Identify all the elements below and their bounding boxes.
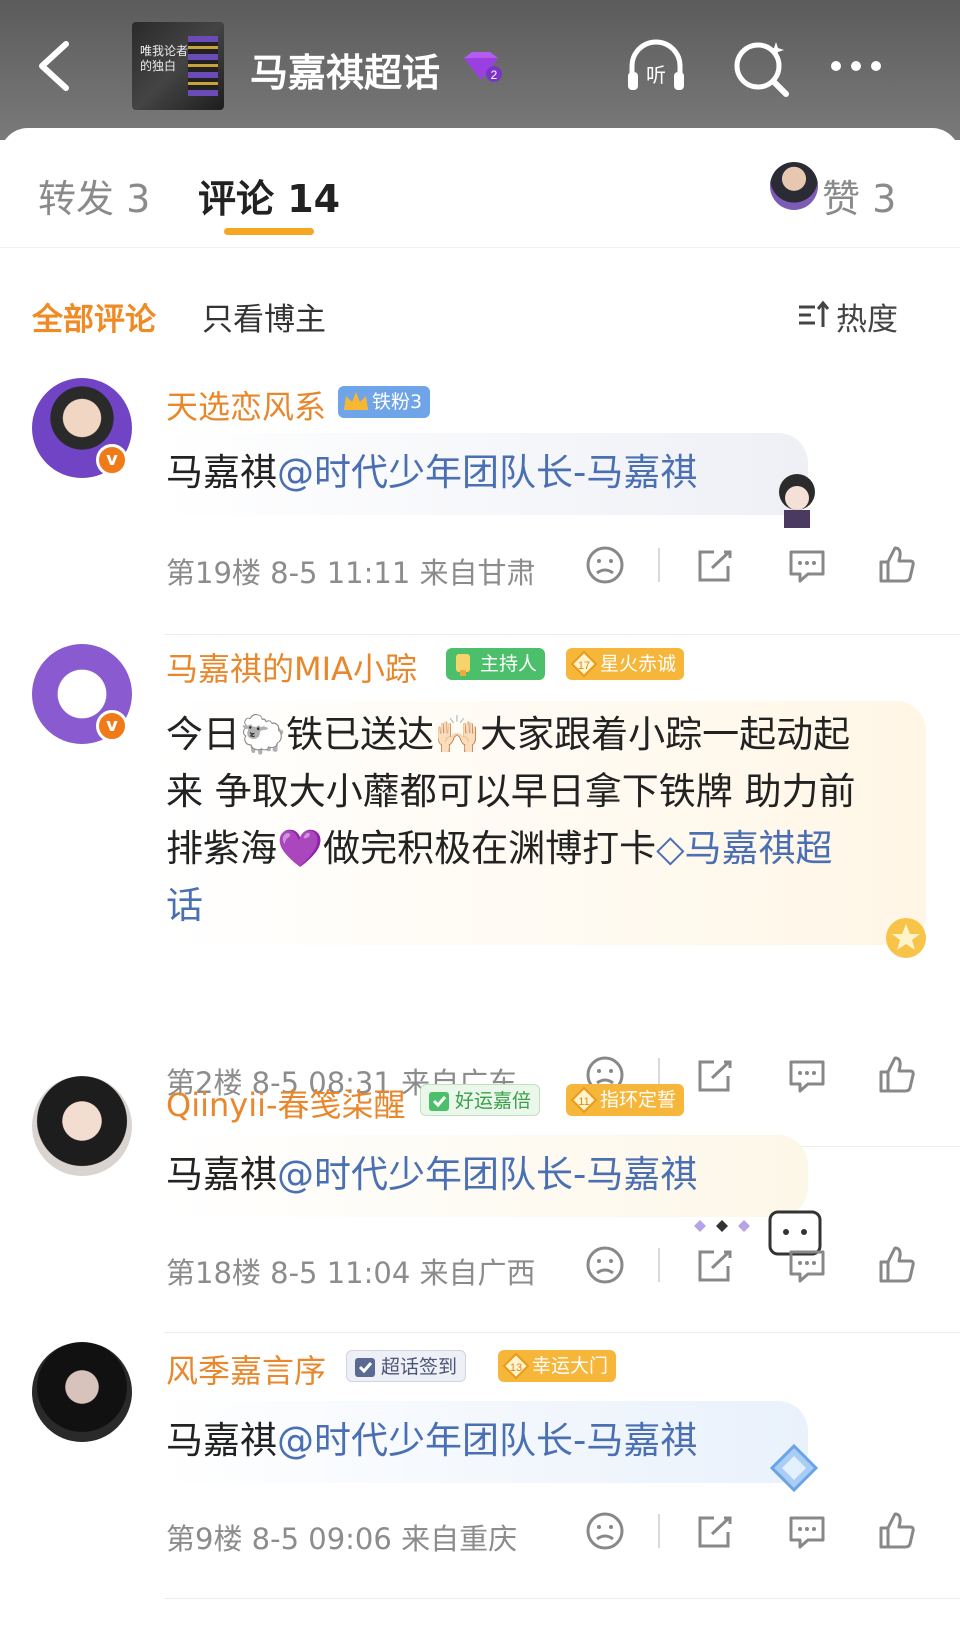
level-diamond-icon: 13 — [502, 1352, 530, 1380]
sort-icon[interactable] — [796, 298, 830, 332]
username[interactable]: 天选恋风系 — [166, 382, 326, 428]
tab-repost[interactable]: 转发 3 — [38, 168, 150, 223]
comment-icon[interactable] — [786, 1244, 828, 1286]
svg-text:13: 13 — [510, 1362, 522, 1374]
tab-likes[interactable]: 赞 3 — [822, 168, 896, 223]
comments-panel: 转发 3 评论 14 赞 3 全部评论 只看博主 热度 v 天选恋风系 铁粉3 … — [0, 128, 960, 1625]
avatar[interactable] — [32, 1076, 132, 1176]
like-icon[interactable] — [876, 1054, 918, 1096]
comment-text: 马嘉祺@时代少年团队长-马嘉祺 — [166, 1419, 698, 1462]
checkin-icon — [355, 1358, 375, 1377]
emoji-icon[interactable] — [584, 1244, 626, 1286]
mention-link[interactable]: @时代少年团队长-马嘉祺 — [277, 1419, 697, 1462]
mention-link[interactable]: @时代少年团队长-马嘉祺 — [277, 1153, 697, 1196]
comment-text: 马嘉祺@时代少年团队长-马嘉祺 — [166, 451, 698, 494]
svg-text:11: 11 — [578, 1096, 589, 1108]
username[interactable]: Qiinyii-春笺柒醒 — [166, 1080, 406, 1126]
tab-bar: 转发 3 评论 14 赞 3 — [0, 128, 960, 248]
mention-link[interactable]: @时代少年团队长-马嘉祺 — [277, 451, 697, 494]
share-icon[interactable] — [694, 544, 736, 586]
level-diamond-icon: 11 — [570, 1086, 598, 1114]
comment-text: 今日🐑铁已送达🙌🏻大家跟着小踪一起动起 来 争取大小蘼都可以早日拿下铁牌 助力前… — [166, 713, 856, 927]
crown-icon — [344, 392, 368, 410]
medal-icon — [886, 918, 926, 958]
luck-badge[interactable]: 好运嘉倍 — [420, 1084, 541, 1116]
username[interactable]: 风季嘉言序 — [166, 1346, 326, 1392]
comment-meta: 第19楼 8-5 11:11 来自甘肃 — [166, 556, 536, 590]
level-badge[interactable]: 11 指环定誓 — [566, 1084, 685, 1116]
filter-author-only[interactable]: 只看博主 — [202, 294, 326, 339]
svg-text:17: 17 — [578, 660, 590, 672]
comment-meta: 第18楼 8-5 11:04 来自广西 — [166, 1256, 536, 1290]
verified-icon: v — [96, 444, 128, 476]
svg-text:听: 听 — [646, 63, 666, 87]
host-badge[interactable]: 主持人 — [446, 648, 546, 680]
topic-link[interactable]: ◇马嘉祺超 — [656, 827, 832, 870]
level-diamond-icon: 17 — [570, 650, 598, 678]
like-icon[interactable] — [876, 1510, 918, 1552]
svg-text:2: 2 — [491, 68, 498, 82]
liker-avatar[interactable] — [770, 162, 818, 210]
verified-icon: v — [96, 710, 128, 742]
level-badge[interactable]: 17 星火赤诚 — [566, 648, 685, 680]
search-icon[interactable] — [730, 36, 794, 100]
sticker-icon — [779, 474, 815, 528]
sort-by-hot[interactable]: 热度 — [836, 294, 898, 339]
fan-badge[interactable]: 铁粉3 — [338, 386, 431, 418]
username[interactable]: 马嘉祺的MIA小踪 — [166, 644, 417, 690]
share-icon[interactable] — [694, 1244, 736, 1286]
microphone-icon — [456, 654, 470, 676]
diamond-level-icon: 2 — [464, 52, 502, 82]
diamond-decoration-icon — [769, 1443, 819, 1493]
back-icon[interactable] — [30, 36, 80, 96]
thumbnail-text: 唯我论者的独白 — [140, 44, 189, 73]
emoji-icon[interactable] — [584, 1510, 626, 1552]
top-bar: 唯我论者的独白 马嘉祺超话 2 听 — [0, 0, 960, 140]
listen-icon[interactable]: 听 — [624, 36, 688, 100]
topic-thumbnail[interactable]: 唯我论者的独白 — [132, 22, 224, 110]
like-icon[interactable] — [876, 1244, 918, 1286]
checkin-badge[interactable]: 超话签到 — [346, 1350, 467, 1382]
active-tab-indicator — [224, 228, 314, 235]
avatar[interactable] — [32, 1342, 132, 1442]
comment-icon[interactable] — [786, 544, 828, 586]
filter-all-comments[interactable]: 全部评论 — [32, 294, 156, 339]
comment-icon[interactable] — [786, 1510, 828, 1552]
checkin-icon — [429, 1092, 449, 1111]
tab-comments[interactable]: 评论 14 — [198, 168, 340, 223]
comment-text: 马嘉祺@时代少年团队长-马嘉祺 — [166, 1153, 698, 1196]
share-icon[interactable] — [694, 1510, 736, 1552]
comment-meta: 第9楼 8-5 09:06 来自重庆 — [166, 1522, 518, 1556]
topic-title[interactable]: 马嘉祺超话 — [250, 42, 440, 97]
share-icon[interactable] — [694, 1054, 736, 1096]
level-badge[interactable]: 13 幸运大门 — [498, 1350, 617, 1382]
more-icon[interactable] — [824, 36, 888, 100]
like-icon[interactable] — [876, 544, 918, 586]
emoji-icon[interactable] — [584, 544, 626, 586]
comment-icon[interactable] — [786, 1054, 828, 1096]
